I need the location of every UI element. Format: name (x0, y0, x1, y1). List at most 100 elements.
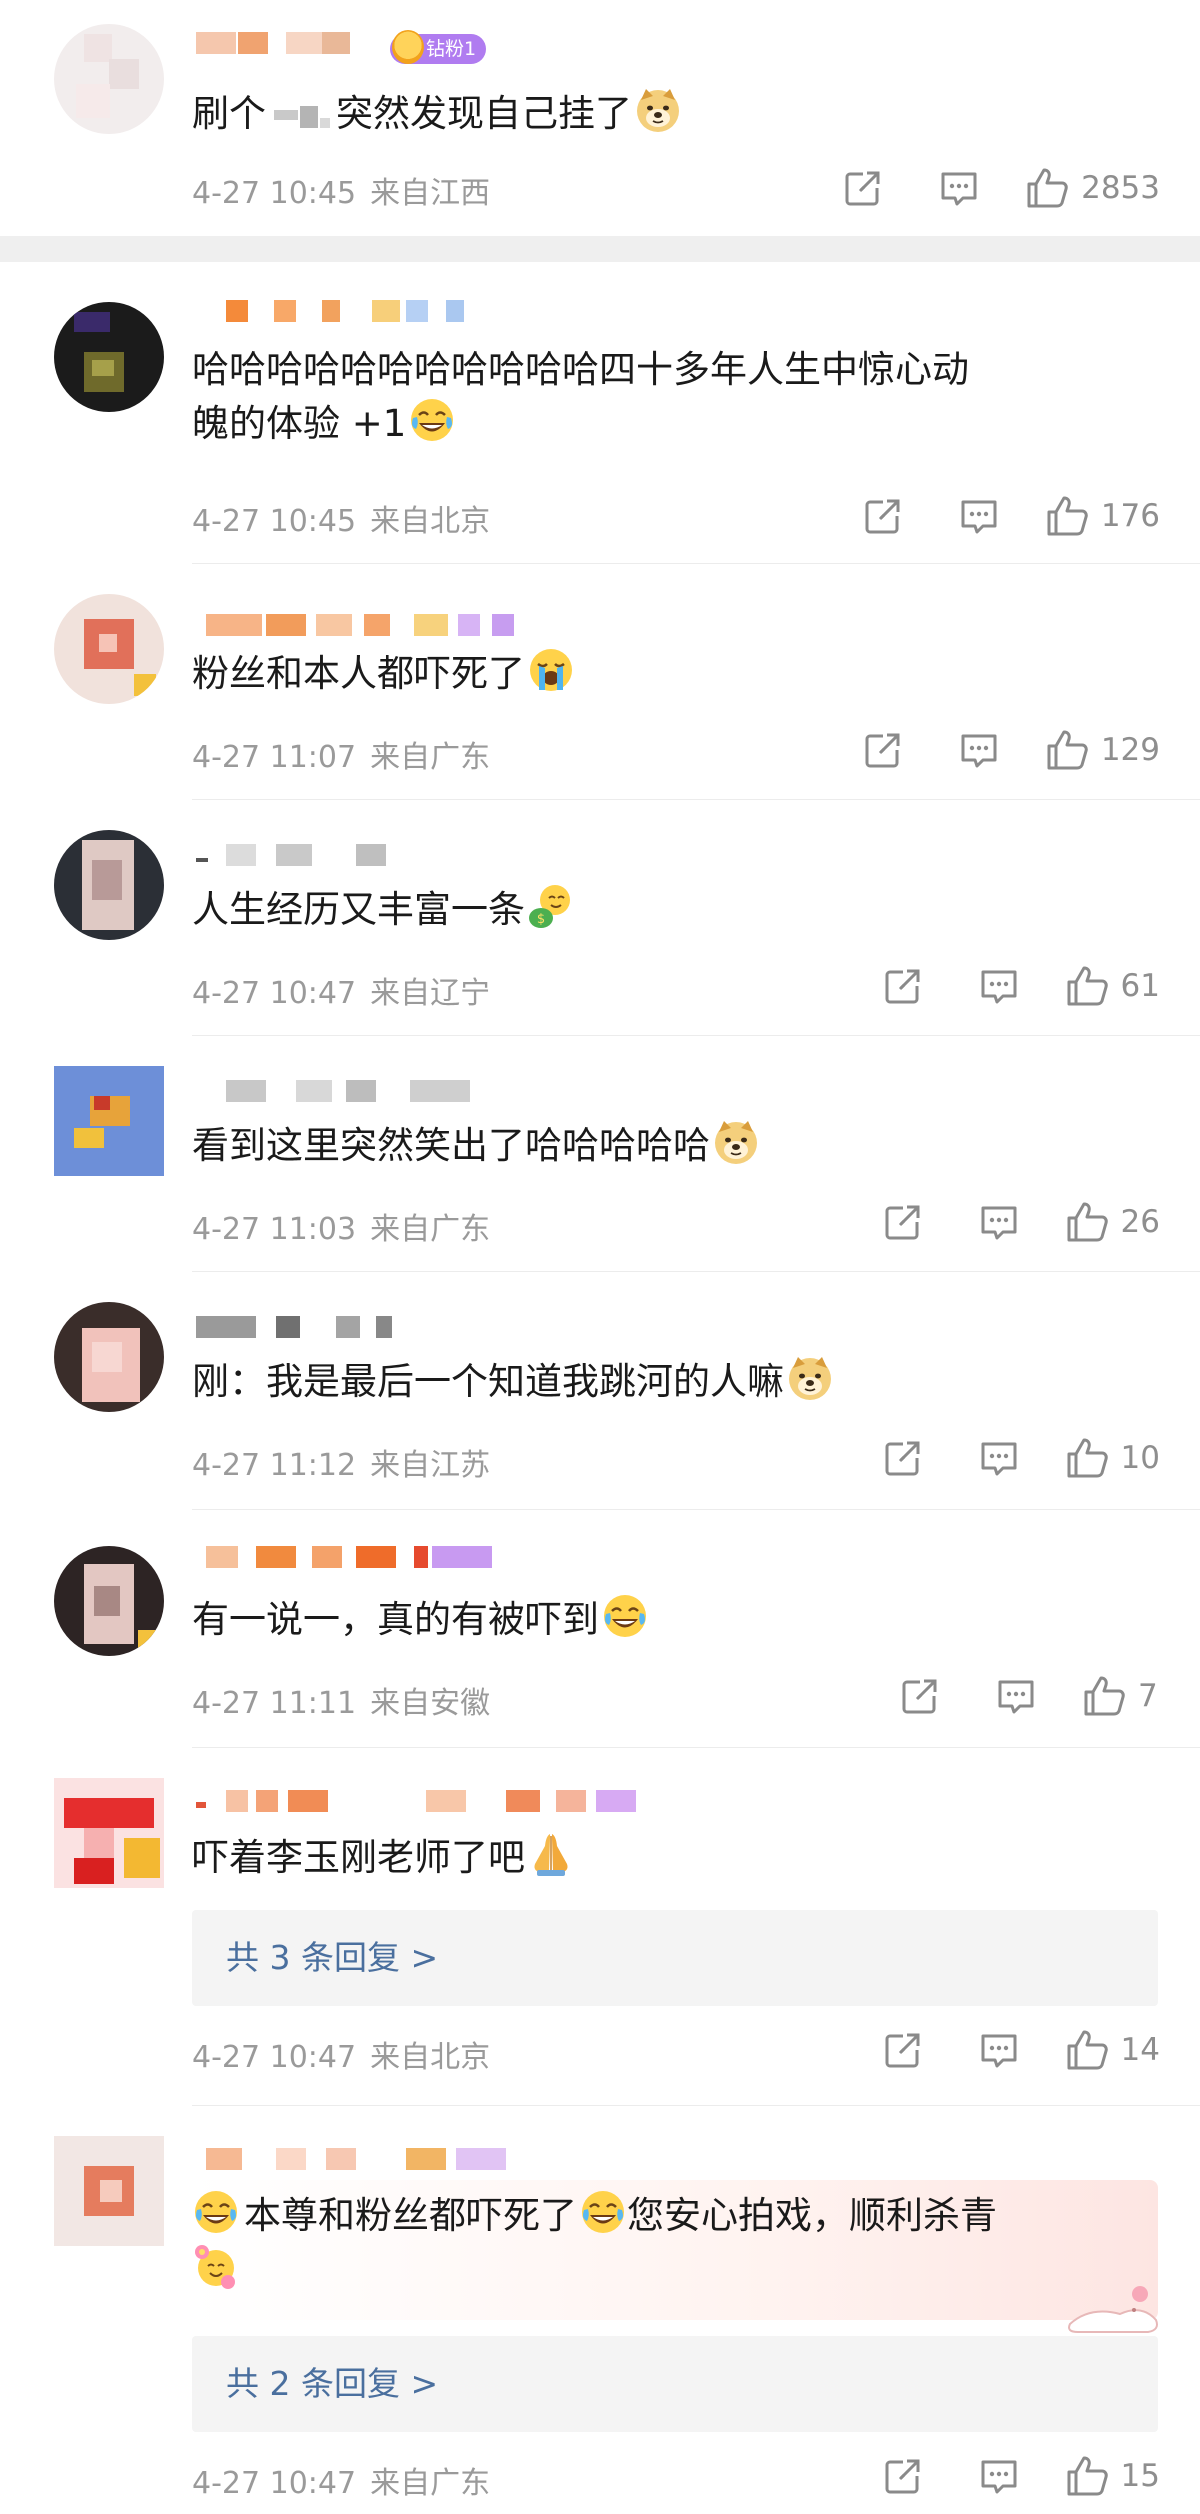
comment-icon[interactable] (979, 2030, 1019, 2070)
avatar[interactable] (54, 830, 164, 940)
comment-text: 人生经历又丰富一条 (192, 882, 575, 936)
comment-meta: 4-27 11:11 来自安徽 (192, 1686, 491, 1721)
comment-icon[interactable] (979, 2456, 1019, 2496)
view-replies-button[interactable]: 共 2 条回复 > (192, 2336, 1158, 2432)
avatar[interactable] (54, 1778, 164, 1888)
comment-icon[interactable] (979, 1202, 1019, 1242)
comment-item: 哈哈哈哈哈哈哈哈哈哈哈四十多年人生中惊心动 魄的体验 +1 4-27 10:45… (0, 262, 1200, 564)
comment-text: 本尊和粉丝都吓死了 您安心拍戏，顺利杀青 (192, 2188, 997, 2296)
share-icon[interactable] (883, 1438, 923, 1478)
like-button[interactable]: 14 (1065, 2028, 1160, 2072)
username-masked[interactable] (196, 614, 526, 648)
comment-icon[interactable] (979, 1438, 1019, 1478)
thumbs-up-icon (1065, 2028, 1109, 2072)
comment-icon[interactable] (959, 496, 999, 536)
comment-actions: 129 (807, 728, 1160, 772)
like-button[interactable]: 61 (1065, 964, 1160, 1008)
username-masked[interactable] (196, 1316, 416, 1350)
like-button[interactable]: 7 (1082, 1674, 1160, 1718)
comment-text: 粉丝和本人都吓死了 (192, 646, 575, 700)
comment-meta: 4-27 11:07 来自广东 (192, 740, 491, 775)
like-button[interactable]: 129 (1045, 728, 1160, 772)
comment-item: 看到这里突然笑出了哈哈哈哈哈 4-27 11:03 来自广东 26 (0, 1036, 1200, 1272)
comment-meta: 4-27 10:45 来自江西 (192, 176, 491, 211)
share-icon[interactable] (883, 2456, 923, 2496)
laugh-cry-emoji (579, 2188, 627, 2236)
laugh-cry-emoji (408, 396, 456, 444)
comment-meta: 4-27 10:47 来自北京 (192, 2040, 491, 2075)
pray-emoji (527, 1830, 575, 1878)
share-icon[interactable] (863, 496, 903, 536)
like-button[interactable]: 176 (1045, 494, 1160, 538)
flower-face-emoji (192, 2242, 240, 2290)
comment-icon[interactable] (996, 1676, 1036, 1716)
username-masked[interactable] (196, 1080, 496, 1114)
avatar[interactable] (54, 24, 164, 134)
username-masked[interactable] (196, 32, 376, 66)
comment-actions: 2853 (787, 166, 1160, 210)
view-replies-button[interactable]: 共 3 条回复 > (192, 1910, 1158, 2006)
doge-emoji (712, 1118, 760, 1166)
username-masked[interactable] (196, 1546, 516, 1580)
comment-meta: 4-27 10:45 来自北京 (192, 504, 491, 539)
section-gap (0, 236, 1200, 262)
comment-item: 钻粉1 刷个 突然发现自己挂了 4-27 10:45 来自江西 2853 (0, 0, 1200, 235)
share-icon[interactable] (883, 966, 923, 1006)
fan-badge[interactable]: 钻粉1 (390, 30, 487, 64)
avatar[interactable] (54, 2136, 164, 2246)
comment-actions: 10 (827, 1436, 1160, 1480)
share-icon[interactable] (843, 168, 883, 208)
avatar[interactable] (54, 1302, 164, 1412)
comment-actions: 26 (827, 1200, 1160, 1244)
doge-emoji (634, 86, 682, 134)
comment-icon[interactable] (979, 966, 1019, 1006)
thumbs-up-icon (1045, 494, 1089, 538)
laugh-cry-emoji (601, 1592, 649, 1640)
comment-item: 本尊和粉丝都吓死了 您安心拍戏，顺利杀青 共 2 条回复 > 4-27 10:47… (0, 2106, 1200, 2514)
username-masked[interactable] (196, 1790, 656, 1824)
comment-text: 有一说一，真的有被吓到 (192, 1592, 649, 1646)
crying-emoji (527, 646, 575, 694)
comment-icon[interactable] (959, 730, 999, 770)
comment-item: 粉丝和本人都吓死了 4-27 11:07 来自广东 129 (0, 564, 1200, 800)
username-masked[interactable] (196, 2148, 536, 2182)
comment-meta: 4-27 11:03 来自广东 (192, 1212, 491, 1247)
comment-item: 刚：我是最后一个知道我跳河的人嘛 4-27 11:12 来自江苏 10 (0, 1272, 1200, 1510)
comment-item: 有一说一，真的有被吓到 4-27 11:11 来自安徽 7 (0, 1510, 1200, 1748)
comment-text: 刷个 突然发现自己挂了 (192, 86, 682, 140)
comment-meta: 4-27 10:47 来自广东 (192, 2466, 491, 2501)
comment-icon[interactable] (939, 168, 979, 208)
comment-item: 人生经历又丰富一条 4-27 10:47 来自辽宁 61 (0, 800, 1200, 1036)
comment-actions: 176 (807, 494, 1160, 538)
like-button[interactable]: 15 (1065, 2454, 1160, 2498)
money-bag-emoji (527, 882, 575, 930)
thumbs-up-icon (1065, 2454, 1109, 2498)
avatar[interactable] (54, 594, 164, 704)
avatar[interactable] (54, 1546, 164, 1656)
thumbs-up-icon (1082, 1674, 1126, 1718)
username-masked[interactable] (196, 300, 476, 334)
share-icon[interactable] (883, 1202, 923, 1242)
like-button[interactable]: 26 (1065, 1200, 1160, 1244)
share-icon[interactable] (900, 1676, 940, 1716)
comment-text: 看到这里突然笑出了哈哈哈哈哈 (192, 1118, 760, 1172)
thumbs-up-icon (1065, 964, 1109, 1008)
comment-meta: 4-27 10:47 来自辽宁 (192, 976, 491, 1011)
comment-actions: 14 (827, 2028, 1160, 2072)
like-button[interactable]: 2853 (1025, 166, 1160, 210)
doge-emoji (786, 1354, 834, 1402)
comment-actions: 7 (844, 1674, 1160, 1718)
comment-text: 吓着李玉刚老师了吧 (192, 1830, 575, 1884)
share-icon[interactable] (883, 2030, 923, 2070)
avatar[interactable] (54, 302, 164, 412)
cat-sticker-icon (1068, 2286, 1158, 2333)
share-icon[interactable] (863, 730, 903, 770)
username-masked[interactable] (196, 844, 416, 878)
thumbs-up-icon (1065, 1436, 1109, 1480)
thumbs-up-icon (1045, 728, 1089, 772)
laugh-cry-emoji (192, 2188, 240, 2236)
like-button[interactable]: 10 (1065, 1436, 1160, 1480)
comment-meta: 4-27 11:12 来自江苏 (192, 1448, 491, 1483)
avatar[interactable] (54, 1066, 164, 1176)
thumbs-up-icon (1065, 1200, 1109, 1244)
